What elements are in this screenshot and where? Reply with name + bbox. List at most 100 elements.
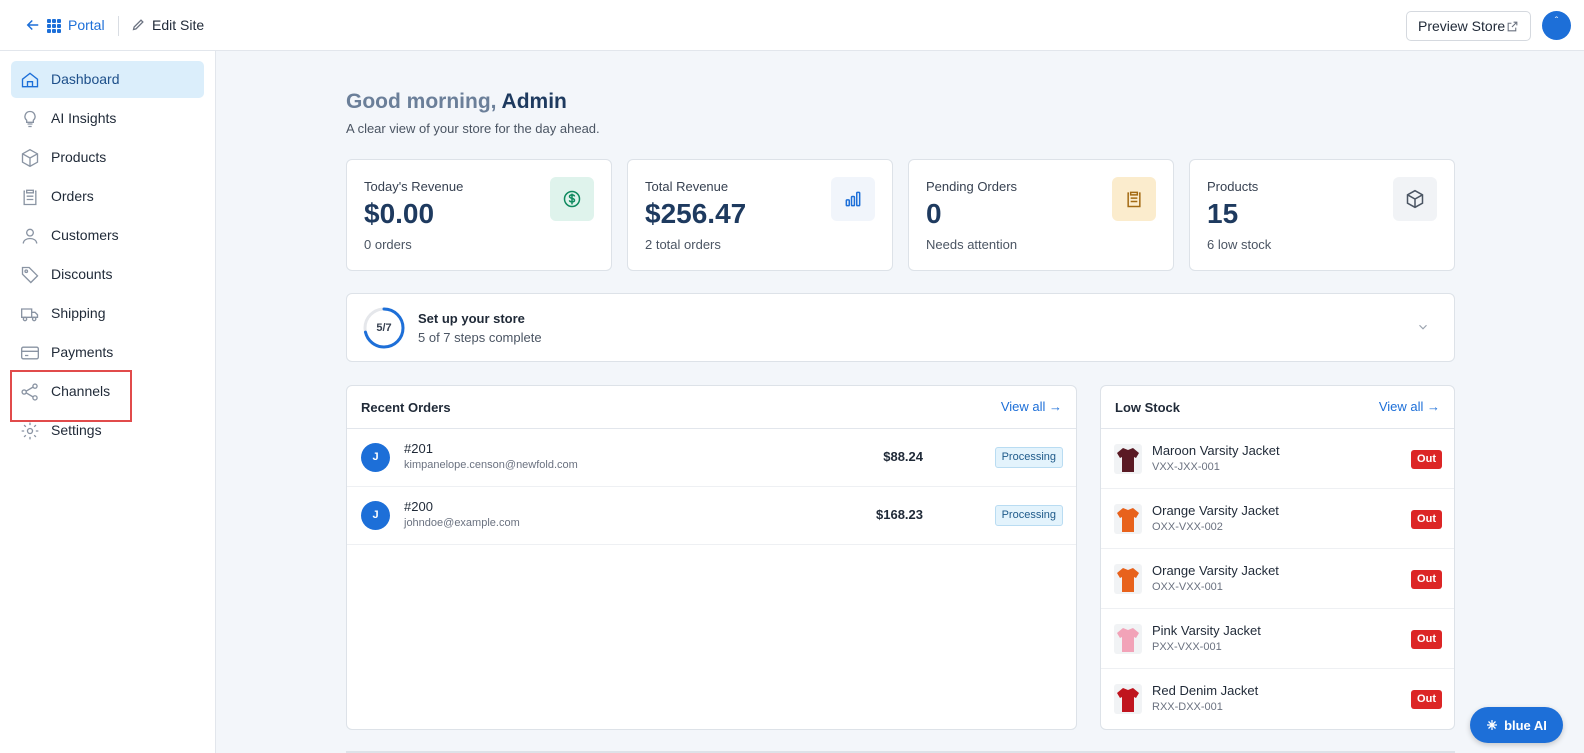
- sidebar-item-label: Orders: [51, 188, 94, 204]
- product-sku: RXX-DXX-001: [1152, 701, 1223, 713]
- bar-chart-icon: [831, 177, 875, 221]
- truck-icon: [21, 308, 39, 322]
- order-email: johndoe@example.com: [404, 517, 520, 529]
- edit-site-link[interactable]: Edit Site: [152, 17, 204, 33]
- product-name: Orange Varsity Jacket: [1152, 563, 1279, 578]
- product-name: Orange Varsity Jacket: [1152, 503, 1279, 518]
- setup-store-panel[interactable]: 5/7 Set up your store 5 of 7 steps compl…: [346, 293, 1455, 362]
- out-of-stock-badge: Out: [1411, 630, 1442, 649]
- greeting-prefix: Good morning: [346, 90, 491, 113]
- out-of-stock-badge: Out: [1411, 450, 1442, 469]
- sidebar-item-customers[interactable]: Customers: [11, 217, 204, 254]
- stat-label: Total Revenue: [645, 179, 729, 194]
- stat-card-pending-orders: Pending Orders 0 Needs attention: [908, 159, 1174, 271]
- stat-note: Needs attention: [926, 237, 1018, 252]
- order-amount: $168.23: [876, 507, 923, 522]
- sidebar-item-ai-insights[interactable]: AI Insights: [11, 100, 204, 137]
- product-sku: VXX-JXX-001: [1152, 461, 1220, 473]
- sidebar: Dashboard AI Insights Products Orders Cu…: [0, 51, 216, 753]
- back-arrow-icon[interactable]: [24, 16, 42, 34]
- divider: [118, 16, 119, 36]
- pencil-icon: [132, 19, 144, 31]
- stat-card-products: Products 15 6 low stock: [1189, 159, 1455, 271]
- sidebar-item-payments[interactable]: Payments: [11, 334, 204, 371]
- order-number: #201: [404, 441, 433, 456]
- stat-label: Pending Orders: [926, 179, 1018, 194]
- customer-avatar: J: [361, 501, 390, 530]
- dollar-icon: [550, 177, 594, 221]
- product-sku: OXX-VXX-001: [1152, 581, 1223, 593]
- chevron-down-icon[interactable]: [1416, 320, 1430, 334]
- sidebar-item-channels[interactable]: Channels: [11, 373, 204, 410]
- stat-note: 6 low stock: [1207, 237, 1272, 252]
- sidebar-item-label: Channels: [51, 383, 111, 399]
- sidebar-item-label: Settings: [51, 422, 102, 438]
- stat-value: $256.47: [645, 198, 747, 229]
- blue-ai-button[interactable]: blue AI: [1470, 707, 1563, 743]
- stock-row[interactable]: Orange Varsity Jacket OXX-VXX-002 Out: [1101, 489, 1454, 549]
- setup-progress-label: 5/7: [376, 322, 392, 334]
- status-badge: Processing: [994, 505, 1063, 526]
- sidebar-item-label: Customers: [51, 227, 119, 243]
- sidebar-item-label: Shipping: [51, 305, 106, 321]
- setup-title: Set up your store: [418, 311, 525, 326]
- sidebar-item-discounts[interactable]: Discounts: [11, 256, 204, 293]
- status-badge: Processing: [994, 447, 1063, 468]
- recent-orders-panel: Recent Orders View all → J #201 kimpanel…: [346, 385, 1077, 730]
- stock-row[interactable]: Orange Varsity Jacket OXX-VXX-001 Out: [1101, 549, 1454, 609]
- grid-icon[interactable]: [47, 19, 61, 33]
- panel-header: Low Stock View all →: [1101, 386, 1454, 429]
- gear-icon: [21, 422, 39, 440]
- user-icon: [22, 228, 38, 244]
- lightbulb-icon: [24, 110, 36, 128]
- sidebar-item-label: Discounts: [51, 266, 113, 282]
- sidebar-item-products[interactable]: Products: [11, 139, 204, 176]
- product-name: Maroon Varsity Jacket: [1152, 443, 1280, 458]
- sparkle-icon: [1487, 720, 1498, 730]
- stock-row[interactable]: Maroon Varsity Jacket VXX-JXX-001 Out: [1101, 429, 1454, 489]
- home-icon: [21, 72, 39, 88]
- stock-row[interactable]: Red Denim Jacket RXX-DXX-001 Out: [1101, 669, 1454, 729]
- product-thumbnail: [1114, 504, 1142, 534]
- blue-ai-label: blue AI: [1504, 717, 1547, 733]
- setup-subtitle: 5 of 7 steps complete: [418, 330, 542, 345]
- stock-row[interactable]: Pink Varsity Jacket PXX-VXX-001 Out: [1101, 609, 1454, 669]
- sidebar-item-orders[interactable]: Orders: [11, 178, 204, 215]
- box-icon: [21, 148, 39, 168]
- clipboard-icon: [1112, 177, 1156, 221]
- stat-card-todays-revenue: Today's Revenue $0.00 0 orders: [346, 159, 612, 271]
- order-row[interactable]: J #201 kimpanelope.censon@newfold.com $8…: [347, 429, 1076, 487]
- user-avatar[interactable]: ˆ: [1542, 11, 1571, 40]
- view-all-orders-link[interactable]: View all →: [1001, 399, 1062, 414]
- order-row[interactable]: J #200 johndoe@example.com $168.23 Proce…: [347, 487, 1076, 545]
- page-title: Good morning, Admin: [346, 90, 567, 114]
- greeting-name: Admin: [496, 90, 567, 113]
- view-all-stock-link[interactable]: View all →: [1379, 399, 1440, 414]
- sidebar-item-dashboard[interactable]: Dashboard: [11, 61, 204, 98]
- sidebar-item-label: Products: [51, 149, 107, 165]
- stat-label: Today's Revenue: [364, 179, 464, 194]
- stat-value: 15: [1207, 198, 1239, 229]
- share-icon: [21, 383, 38, 401]
- sidebar-item-shipping[interactable]: Shipping: [11, 295, 204, 332]
- sidebar-item-settings[interactable]: Settings: [11, 412, 204, 449]
- out-of-stock-badge: Out: [1411, 570, 1442, 589]
- out-of-stock-badge: Out: [1411, 690, 1442, 709]
- page-subtitle: A clear view of your store for the day a…: [346, 121, 600, 136]
- order-email: kimpanelope.censon@newfold.com: [404, 459, 578, 471]
- external-link-icon: [1507, 21, 1518, 32]
- product-sku: PXX-VXX-001: [1152, 641, 1222, 653]
- sidebar-item-label: AI Insights: [51, 110, 117, 126]
- out-of-stock-badge: Out: [1411, 510, 1442, 529]
- portal-link[interactable]: Portal: [68, 17, 105, 33]
- preview-store-button[interactable]: Preview Store: [1406, 11, 1531, 41]
- product-thumbnail: [1114, 564, 1142, 594]
- setup-progress-ring: 5/7: [362, 306, 406, 350]
- top-bar: Portal Edit Site Preview Store ˆ: [0, 0, 1584, 51]
- clipboard-icon: [23, 189, 37, 206]
- low-stock-panel: Low Stock View all → Maroon Varsity Jack…: [1100, 385, 1455, 730]
- stat-note: 0 orders: [364, 237, 412, 252]
- tag-icon: [21, 266, 39, 284]
- product-thumbnail: [1114, 624, 1142, 654]
- sidebar-item-label: Payments: [51, 344, 114, 360]
